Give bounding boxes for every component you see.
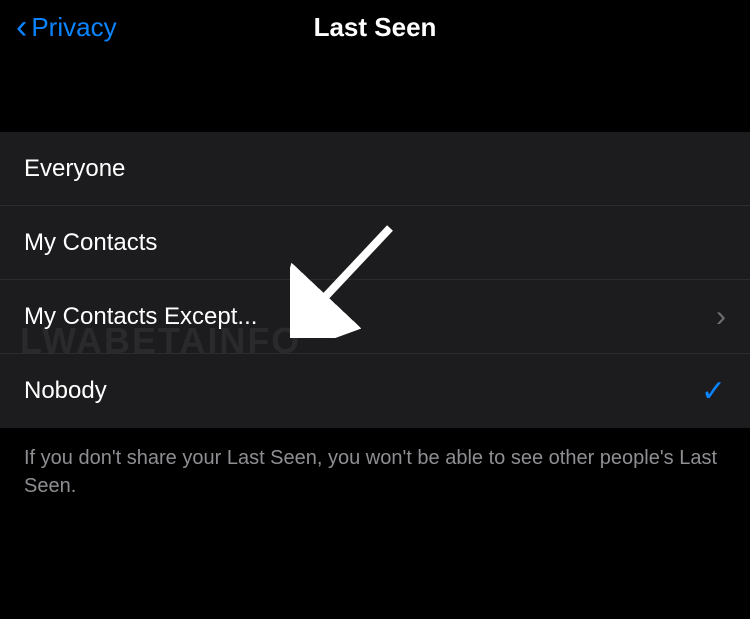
chevron-right-icon: › <box>716 300 726 334</box>
option-my-contacts-except[interactable]: My Contacts Except... › <box>0 280 750 354</box>
option-label: My Contacts Except... <box>24 303 716 331</box>
option-label: Everyone <box>24 155 726 183</box>
checkmark-icon: ✓ <box>701 374 726 409</box>
footer-description: If you don't share your Last Seen, you w… <box>0 428 750 516</box>
option-my-contacts[interactable]: My Contacts <box>0 206 750 280</box>
back-label: Privacy <box>31 12 116 43</box>
chevron-left-icon: ‹ <box>16 10 27 44</box>
page-title: Last Seen <box>314 12 437 43</box>
option-label: Nobody <box>24 377 701 405</box>
options-list: Everyone My Contacts My Contacts Except.… <box>0 132 750 428</box>
option-everyone[interactable]: Everyone <box>0 132 750 206</box>
option-label: My Contacts <box>24 229 726 257</box>
option-nobody[interactable]: Nobody ✓ <box>0 354 750 428</box>
back-button[interactable]: ‹ Privacy <box>16 10 117 44</box>
navigation-bar: ‹ Privacy Last Seen <box>0 0 750 54</box>
spacer <box>0 54 750 132</box>
